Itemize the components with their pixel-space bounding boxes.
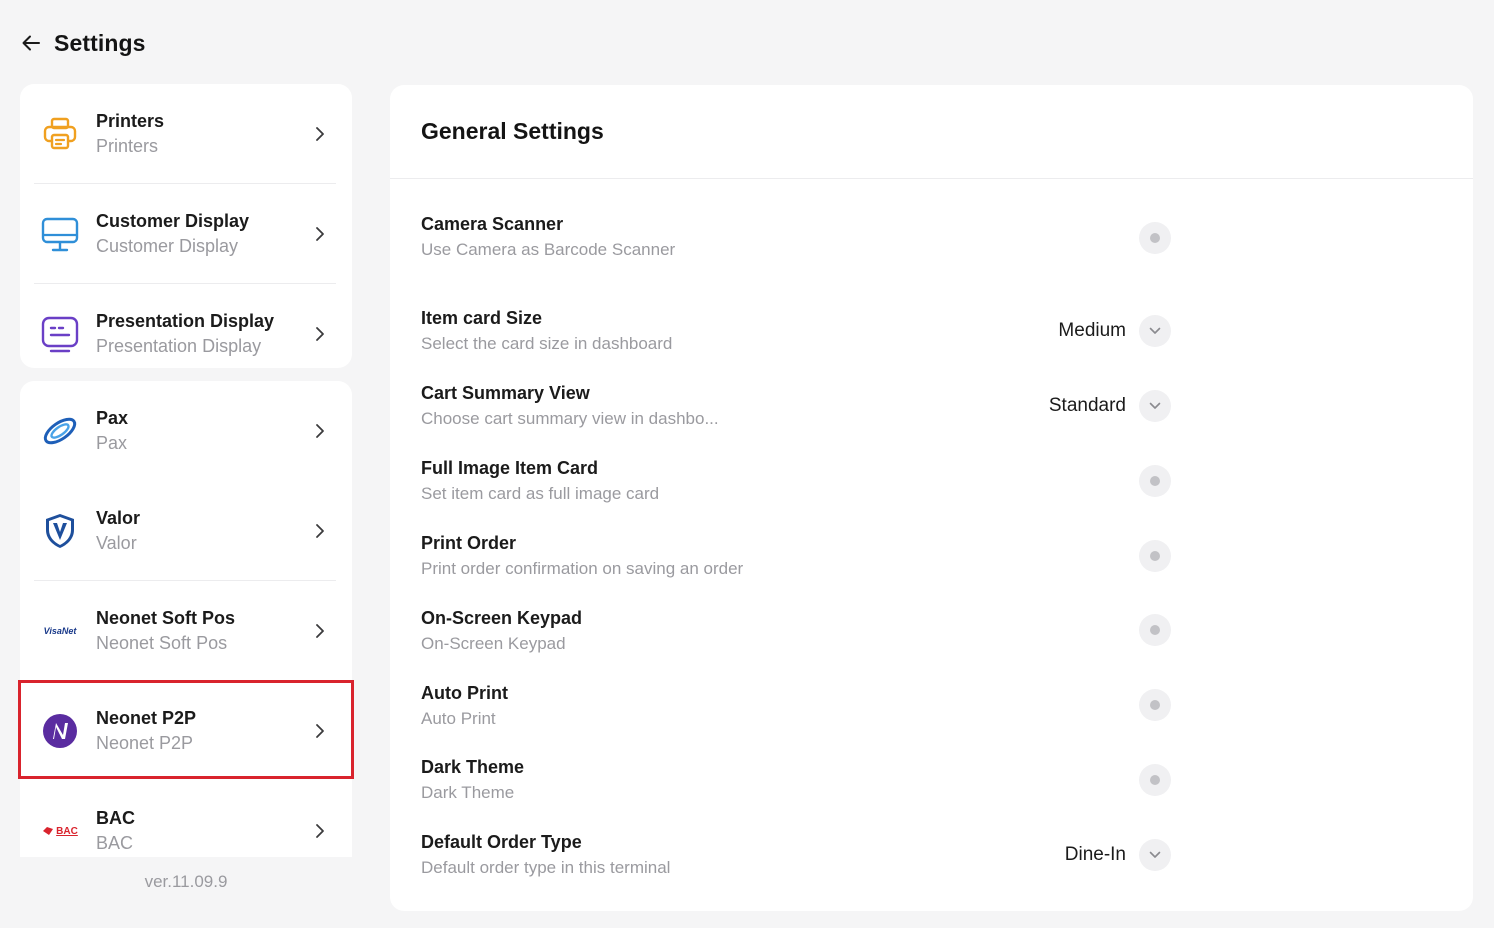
setting-subtitle: Auto Print (421, 709, 496, 728)
setting-subtitle: Use Camera as Barcode Scanner (421, 240, 676, 259)
chevron-right-icon (308, 419, 332, 443)
top-bar: Settings (20, 28, 146, 58)
sidebar-item-title: Pax (96, 408, 129, 428)
page-title: Settings (54, 29, 146, 56)
general-settings-panel: General Settings Camera Scanner Use Came… (390, 85, 1473, 911)
setting-title: On-Screen Keypad (421, 608, 583, 628)
sidebar-item-title: Neonet P2P (96, 708, 197, 728)
chevron-right-icon (308, 719, 332, 743)
dark-theme-toggle[interactable] (1139, 764, 1171, 796)
chevron-right-icon (308, 819, 332, 843)
printer-icon (38, 112, 82, 156)
app-version: ver.11.09.9 (144, 872, 228, 891)
sidebar-item-title: BAC (96, 808, 135, 828)
setting-title: Dark Theme (421, 757, 525, 777)
neonet-logo-icon (38, 709, 82, 753)
panel-header: General Settings (390, 85, 1473, 179)
setting-auto-print: Auto Print Auto Print (421, 681, 1181, 732)
item-card-size-select[interactable]: Medium (1058, 315, 1171, 347)
on-screen-keypad-toggle[interactable] (1139, 614, 1171, 646)
cart-summary-view-select[interactable]: Standard (1049, 390, 1171, 422)
chevron-right-icon (308, 222, 332, 246)
print-order-toggle[interactable] (1139, 540, 1171, 572)
setting-title: Auto Print (421, 683, 508, 703)
sidebar-item-subtitle: Presentation Display (96, 336, 262, 356)
sidebar-item-title: Printers (96, 111, 165, 131)
default-order-type-select[interactable]: Dine-In (1065, 839, 1171, 871)
sidebar-item-valor[interactable]: Valor Valor (20, 481, 352, 581)
sidebar-item-subtitle: Valor (96, 533, 137, 553)
sidebar-devices-card: Printers Printers Customer Display Custo… (20, 84, 352, 368)
chevron-right-icon (308, 619, 332, 643)
back-arrow-icon[interactable] (20, 32, 42, 54)
chevron-right-icon (308, 519, 332, 543)
sidebar-item-subtitle: Neonet Soft Pos (96, 633, 228, 653)
setting-subtitle: Set item card as full image card (421, 484, 660, 503)
sidebar-item-subtitle: Pax (96, 433, 128, 453)
sidebar-item-customer-display[interactable]: Customer Display Customer Display (20, 184, 352, 284)
chevron-right-icon (308, 322, 332, 346)
camera-scanner-toggle[interactable] (1139, 222, 1171, 254)
select-value: Standard (1048, 395, 1126, 416)
full-image-item-card-toggle[interactable] (1139, 465, 1171, 497)
setting-subtitle: Print order confirmation on saving an or… (421, 559, 744, 578)
sidebar-item-neonet-soft-pos[interactable]: VisaNet Neonet Soft Pos Neonet Soft Pos (20, 581, 352, 681)
visanet-logo-icon: VisaNet (43, 626, 77, 636)
setting-print-order: Print Order Print order confirmation on … (421, 531, 1181, 582)
setting-title: Full Image Item Card (421, 458, 599, 478)
presentation-screen-icon (38, 312, 82, 356)
bac-logo-icon: BAC (38, 809, 82, 853)
sidebar-item-subtitle: Customer Display (96, 236, 239, 256)
panel-title: General Settings (421, 118, 604, 144)
sidebar-item-subtitle: Neonet P2P (96, 733, 194, 753)
chevron-right-icon (308, 122, 332, 146)
sidebar-item-title: Valor (96, 508, 141, 528)
chevron-down-icon (1139, 390, 1171, 422)
sidebar-item-subtitle: BAC (96, 833, 134, 853)
setting-camera-scanner: Camera Scanner Use Camera as Barcode Sca… (421, 212, 1181, 263)
auto-print-toggle[interactable] (1139, 689, 1171, 721)
sidebar-item-neonet-p2p[interactable]: Neonet P2P Neonet P2P (20, 681, 352, 781)
select-value: Medium (1058, 320, 1126, 341)
sidebar-item-presentation-display[interactable]: Presentation Display Presentation Displa… (20, 284, 352, 368)
sidebar-item-pax[interactable]: Pax Pax (20, 381, 352, 481)
setting-full-image-item-card: Full Image Item Card Set item card as fu… (421, 456, 1181, 507)
setting-title: Print Order (421, 533, 517, 553)
setting-subtitle: Dark Theme (421, 783, 515, 802)
sidebar-item-title: Presentation Display (96, 311, 275, 331)
sidebar-item-title: Customer Display (96, 211, 250, 231)
valor-shield-icon (38, 509, 82, 553)
setting-on-screen-keypad: On-Screen Keypad On-Screen Keypad (421, 606, 1181, 657)
chevron-down-icon (1139, 839, 1171, 871)
chevron-down-icon (1139, 315, 1171, 347)
sidebar-payments-card: Pax Pax Valor Valor VisaNet Neonet Soft … (20, 381, 352, 857)
select-value: Dine-In (1064, 844, 1126, 865)
sidebar-item-title: Neonet Soft Pos (96, 608, 236, 628)
sidebar-item-subtitle: Printers (96, 136, 159, 156)
setting-dark-theme: Dark Theme Dark Theme (421, 755, 1181, 806)
setting-subtitle: On-Screen Keypad (421, 634, 566, 653)
pax-logo-icon (38, 409, 82, 453)
sidebar-item-printers[interactable]: Printers Printers (20, 84, 352, 184)
monitor-icon (38, 212, 82, 256)
setting-title: Camera Scanner (421, 214, 564, 234)
sidebar-item-bac[interactable]: BAC BAC BAC (20, 781, 352, 857)
